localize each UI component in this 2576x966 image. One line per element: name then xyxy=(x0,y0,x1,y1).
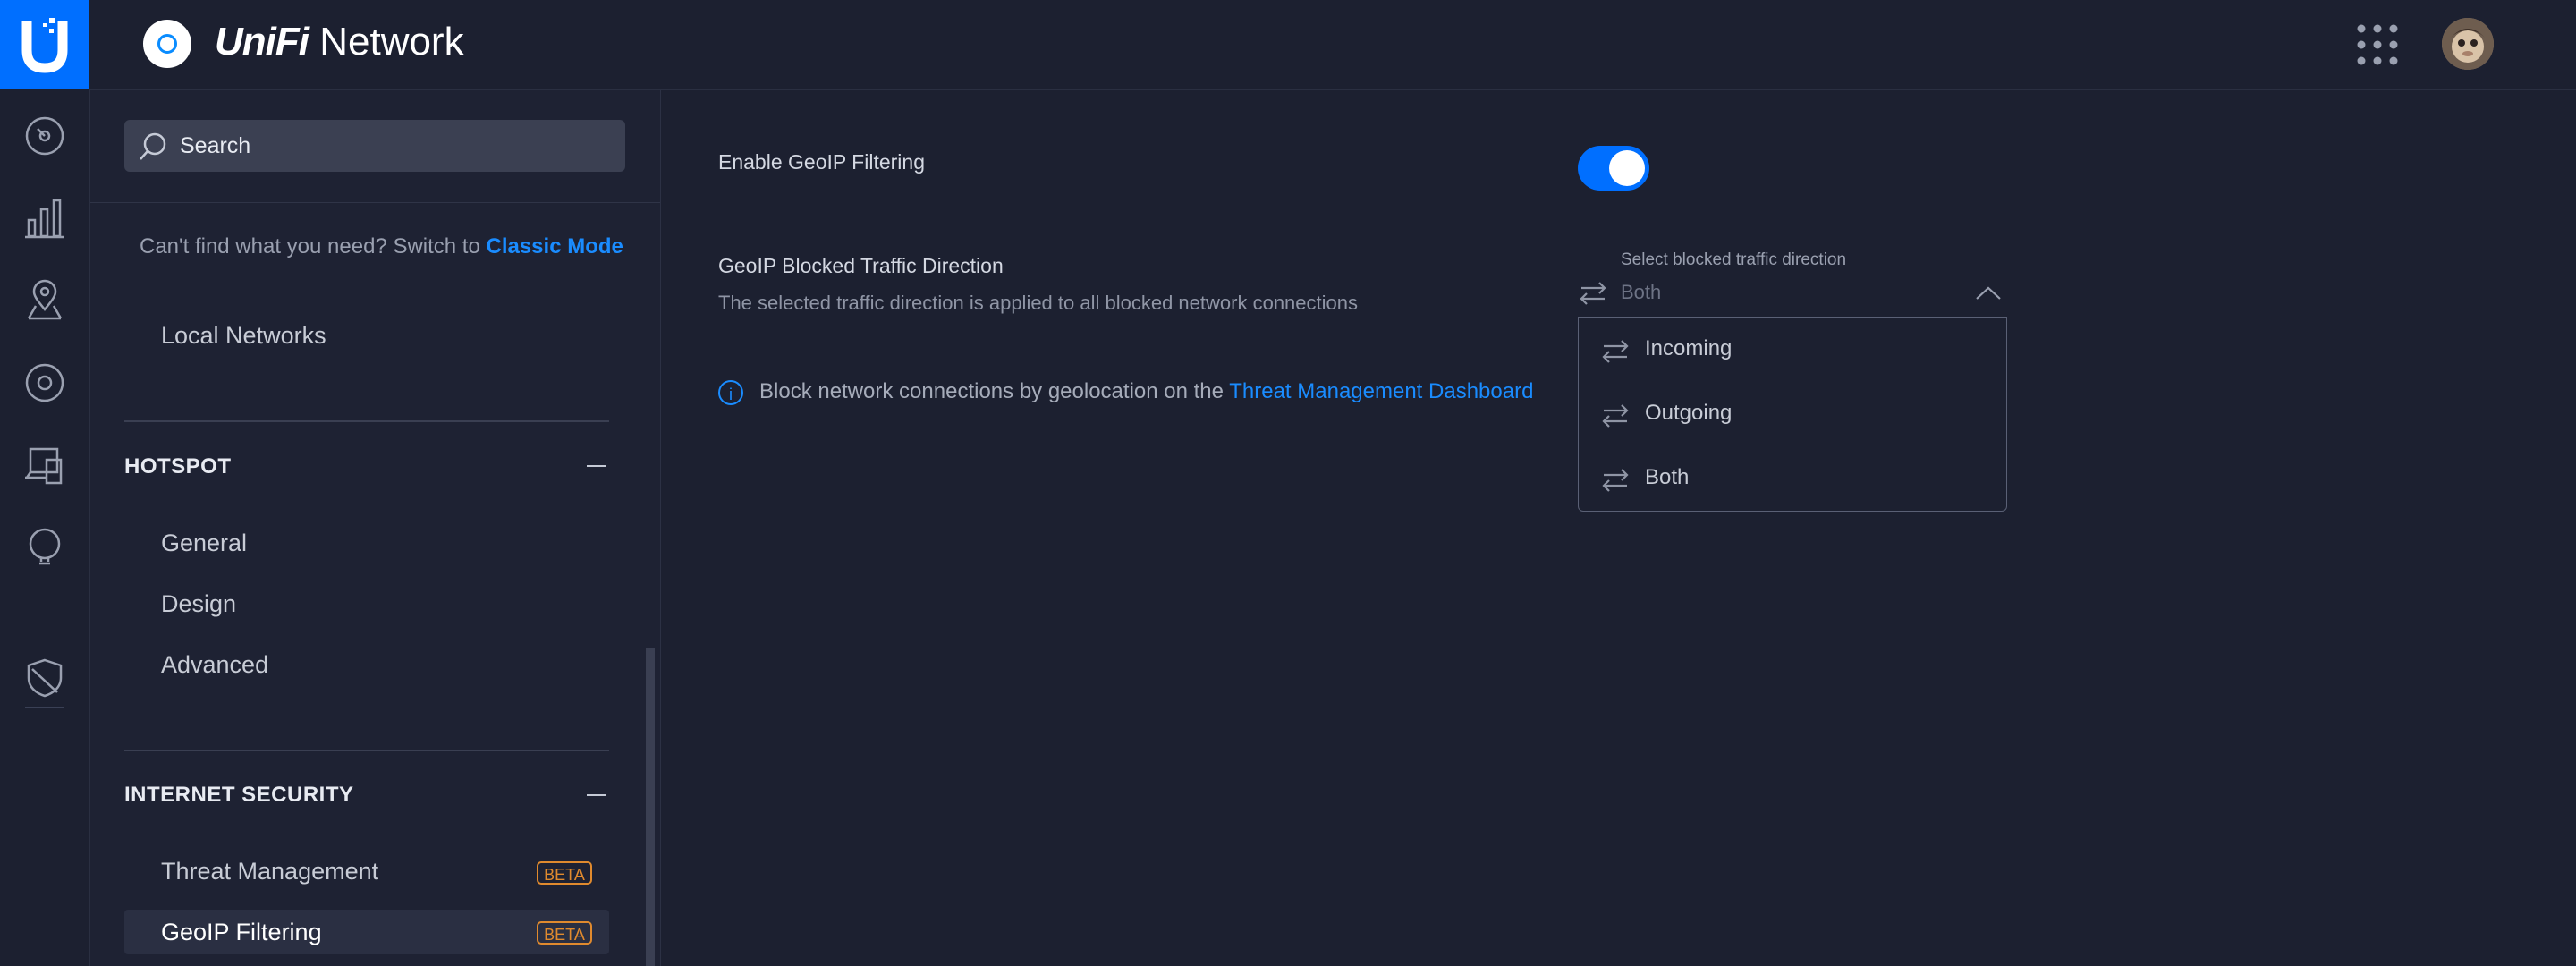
collapse-hotspot-icon[interactable] xyxy=(587,465,606,467)
arrows-exchange-icon xyxy=(1602,404,1629,428)
search-placeholder: Search xyxy=(180,133,251,158)
option-incoming[interactable]: Incoming xyxy=(1579,318,2006,382)
threat-dashboard-link[interactable]: Threat Management Dashboard xyxy=(1229,379,1533,403)
devices-icon[interactable] xyxy=(23,361,66,404)
sidebar-item-general[interactable]: General xyxy=(161,530,247,557)
collapse-internet-security-icon[interactable] xyxy=(587,794,606,796)
classic-mode-hint: Can't find what you need? Switch to Clas… xyxy=(140,234,623,258)
arrows-exchange-icon xyxy=(1580,282,1606,305)
settings-sidebar xyxy=(90,90,661,966)
sidebar-item-advanced[interactable]: Advanced xyxy=(161,651,268,679)
toggle-knob xyxy=(1609,150,1645,186)
ubiquiti-logo[interactable] xyxy=(0,0,89,89)
map-icon[interactable] xyxy=(23,279,66,322)
info-note: i Block network connections by geolocatio… xyxy=(718,379,1533,405)
rail-divider xyxy=(25,707,64,708)
search-input[interactable]: Search xyxy=(124,120,625,172)
section-title-internet-security[interactable]: INTERNET SECURITY xyxy=(124,783,354,808)
app-switcher-grid-icon[interactable] xyxy=(2354,21,2401,68)
option-outgoing[interactable]: Outgoing xyxy=(1579,382,2006,446)
sidebar-item-design[interactable]: Design xyxy=(161,590,236,618)
dashboard-icon[interactable] xyxy=(23,114,66,157)
traffic-direction-dropdown: Incoming Outgoing Both xyxy=(1578,317,2007,512)
beta-badge: BETA xyxy=(537,861,592,885)
statistics-icon[interactable] xyxy=(23,197,66,240)
network-app-icon xyxy=(143,20,191,68)
traffic-direction-description: The selected traffic direction is applie… xyxy=(718,292,1358,314)
option-both[interactable]: Both xyxy=(1579,446,2006,511)
user-avatar[interactable] xyxy=(2442,18,2494,70)
traffic-direction-select[interactable]: Both xyxy=(1578,270,2007,317)
enable-geoip-label: Enable GeoIP Filtering xyxy=(718,150,925,174)
section-title-hotspot[interactable]: HOTSPOT xyxy=(124,454,232,479)
insights-icon[interactable] xyxy=(23,526,66,569)
chevron-up-icon xyxy=(1976,286,2001,300)
arrows-exchange-icon xyxy=(1602,469,1629,492)
left-nav-rail xyxy=(0,89,90,966)
shield-icon[interactable] xyxy=(23,657,66,699)
arrows-exchange-icon xyxy=(1602,340,1629,363)
classic-mode-link[interactable]: Classic Mode xyxy=(486,234,623,258)
traffic-direction-title: GeoIP Blocked Traffic Direction xyxy=(718,254,1004,277)
sidebar-scrollbar[interactable] xyxy=(646,648,655,966)
sidebar-item-label: GeoIP Filtering xyxy=(161,919,322,945)
enable-geoip-toggle[interactable] xyxy=(1578,146,1649,191)
select-caption: Select blocked traffic direction xyxy=(1621,250,1847,269)
info-icon: i xyxy=(718,379,743,405)
section-divider xyxy=(124,750,609,751)
sidebar-divider xyxy=(90,202,660,203)
sidebar-item-local-networks[interactable]: Local Networks xyxy=(161,322,326,350)
ubiquiti-u-icon xyxy=(21,18,68,73)
section-divider xyxy=(124,420,609,422)
select-value: Both xyxy=(1621,281,1662,303)
app-title: UniFi Network xyxy=(215,20,464,64)
search-icon xyxy=(140,132,166,160)
clients-icon[interactable] xyxy=(23,444,66,487)
sidebar-item-threat-management[interactable]: Threat Management xyxy=(161,858,378,886)
beta-badge: BETA xyxy=(537,921,592,945)
